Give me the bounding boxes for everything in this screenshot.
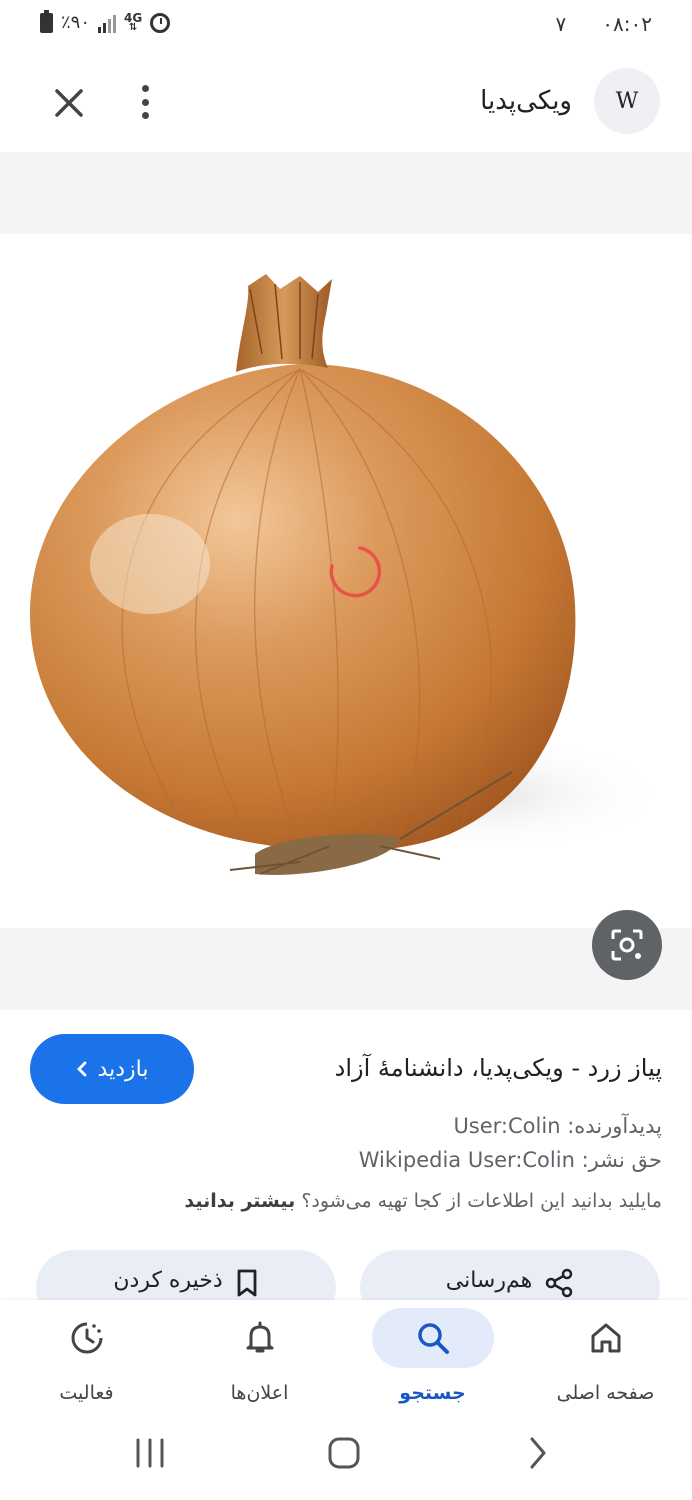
nav-notifications-label: اعلان‌ها (230, 1382, 289, 1404)
creator-line: پدیدآورنده: User:Colin (453, 1114, 662, 1138)
nav-search-label: جستجو (399, 1382, 466, 1404)
network-type: 4G ⇅ (124, 10, 143, 33)
notification-count: ۷ (555, 12, 567, 36)
bookmark-icon (237, 1269, 257, 1297)
activity-icon (71, 1322, 102, 1354)
system-navigation (0, 1428, 692, 1478)
save-label: ذخیره کردن (113, 1268, 223, 1293)
more-vertical-icon[interactable] (130, 82, 160, 122)
share-icon (545, 1268, 573, 1298)
copyright-value: Wikipedia User:Colin (358, 1148, 575, 1172)
image-bottom-band (0, 928, 692, 1010)
wikipedia-logo-icon: W (594, 68, 660, 134)
nav-home[interactable]: صفحه اصلی (519, 1300, 692, 1410)
image-top-band (0, 152, 692, 234)
chevron-left-icon (76, 1061, 86, 1077)
visit-label: بازدید (97, 1056, 149, 1082)
info-source-line: مایلید بدانید این اطلاعات از کجا تهیه می… (184, 1190, 662, 1212)
home-icon (591, 1323, 620, 1353)
home-nav-icon[interactable] (328, 1437, 360, 1469)
clock: ۰۸:۰۲ (602, 12, 652, 36)
creator-value: User:Colin (453, 1114, 561, 1138)
preview-image[interactable] (0, 234, 692, 928)
lens-icon (611, 929, 643, 961)
copyright-line: حق نشر: Wikipedia User:Colin (358, 1148, 662, 1172)
alarm-icon (150, 12, 171, 33)
status-bar: ٪۹۰ 4G ⇅ ۷ ۰۸:۰۲ (0, 0, 692, 52)
google-lens-button[interactable] (592, 910, 662, 980)
nav-notifications[interactable]: اعلان‌ها (173, 1300, 346, 1410)
header: ویکی‌پدیا W (0, 52, 692, 152)
learn-more-link[interactable]: بیشتر بدانید (184, 1190, 295, 1212)
close-icon[interactable] (52, 86, 86, 120)
bell-icon (246, 1321, 273, 1353)
result-title[interactable]: پیاز زرد - ویکی‌پدیا، دانشنامهٔ آزاد (222, 1054, 662, 1082)
nav-activity[interactable]: فعالیت (0, 1300, 173, 1410)
battery-icon (40, 9, 53, 33)
nav-search[interactable]: جستجو (346, 1300, 519, 1410)
nav-activity-label: فعالیت (59, 1382, 114, 1404)
nav-home-label: صفحه اصلی (556, 1382, 655, 1404)
share-label: هم‌رسانی (445, 1268, 533, 1293)
status-icons: ٪۹۰ 4G ⇅ (40, 9, 171, 33)
site-name: ویکی‌پدیا (480, 86, 572, 116)
recent-apps-icon[interactable] (136, 1438, 164, 1468)
search-icon (417, 1323, 449, 1354)
status-right: ۷ ۰۸:۰۲ (556, 12, 652, 36)
battery-level: ٪۹۰ (61, 12, 91, 33)
visit-button[interactable]: بازدید (30, 1034, 194, 1104)
onion-image (30, 274, 670, 875)
back-icon[interactable] (530, 1437, 546, 1469)
signal-icon (98, 13, 117, 33)
